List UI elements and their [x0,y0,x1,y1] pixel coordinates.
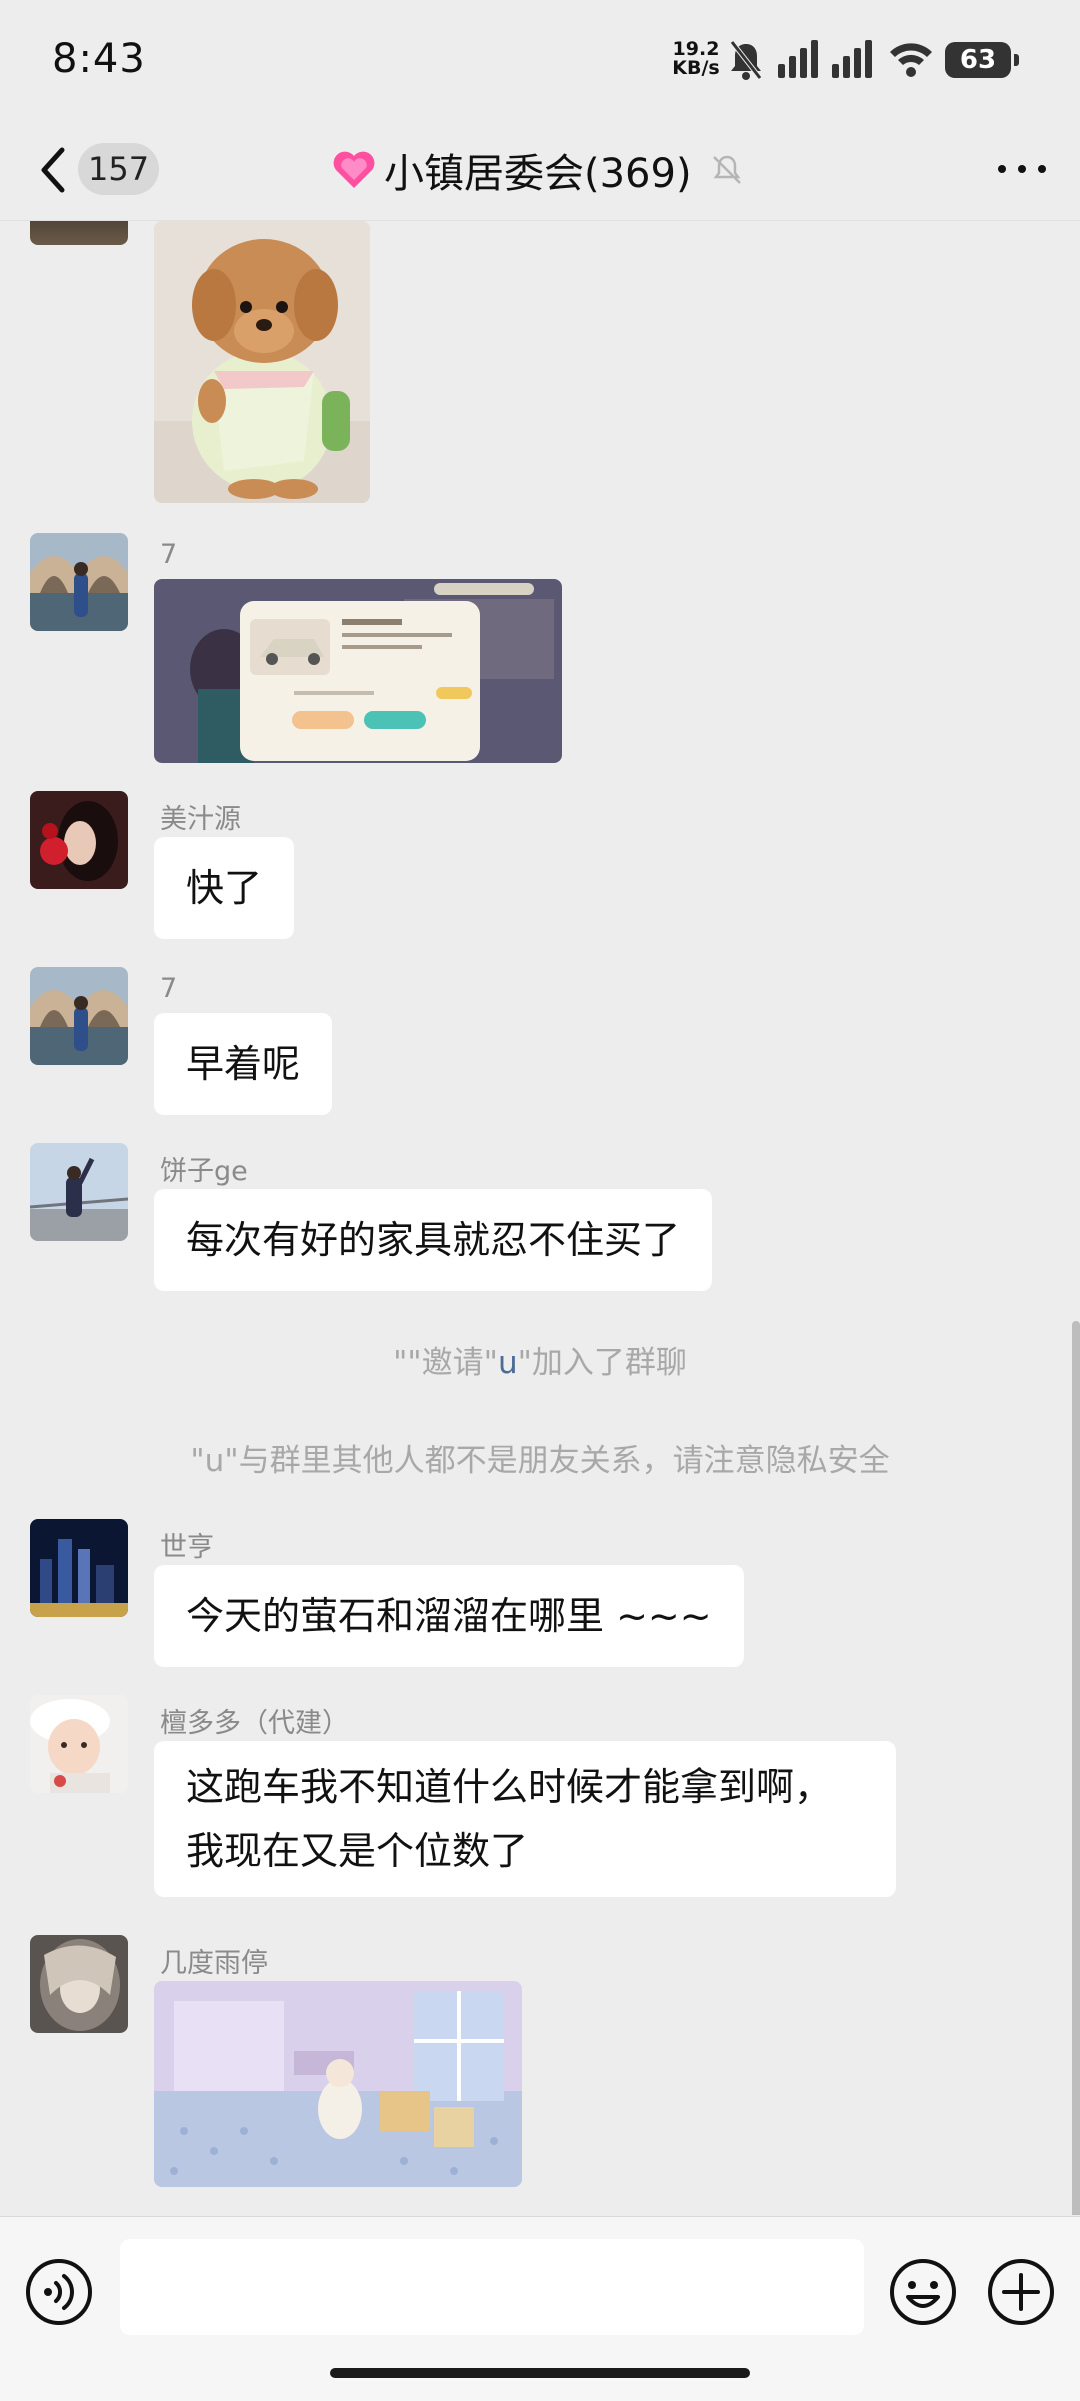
heart-emoji-icon [333,151,375,188]
network-rate: 19.2 KB/s [672,38,720,79]
status-time: 8:43 [52,36,146,82]
system-notice: ""邀请"u"加入了群聊 [393,1345,687,1381]
game-screenshot-car-purchase [154,579,562,763]
bell-off-icon [730,40,762,80]
home-indicator[interactable] [330,2368,750,2378]
avatar[interactable] [30,1695,128,1793]
signal-icon [778,40,818,78]
message-input[interactable] [120,2239,864,2335]
privacy-notice: "u"与群里其他人都不是朋友关系，请注意隐私安全 [190,1443,890,1479]
message-image[interactable] [154,221,370,503]
sender-name: 几度雨停 [160,1948,268,1979]
game-screenshot-room [154,1981,522,2187]
chat-header: 157 小镇居委会(369) [0,120,1080,221]
invitee-link[interactable]: u [498,1345,518,1381]
sender-name: 美汁源 [160,804,241,835]
back-icon[interactable] [34,142,74,198]
message-image[interactable] [154,1981,522,2187]
message-bubble[interactable]: 早着呢 [154,1013,333,1115]
avatar[interactable] [30,791,128,889]
mute-icon [712,155,741,184]
message-bubble[interactable]: 今天的萤石和溜溜在哪里 ~~~ [154,1565,744,1667]
emoji-icon[interactable] [888,2257,958,2327]
message-image[interactable] [154,579,562,763]
signal-icon-2 [832,40,872,78]
status-bar: 8:43 19.2 KB/s 63 [0,0,1080,120]
sender-name: 7 [160,539,178,570]
plush-toy-dog-photo [154,221,370,503]
message-bubble[interactable]: 这跑车我不知道什么时候才能拿到啊， 我现在又是个位数了 [154,1741,896,1897]
more-icon[interactable] [992,156,1052,182]
battery-icon: 63 [945,42,1019,78]
chat-title-area[interactable]: 小镇居委会(369) [330,138,744,202]
sender-name: 檀多多（代建） [160,1708,349,1739]
message-bubble[interactable]: 快了 [154,837,295,939]
sender-name: 世亨 [160,1532,214,1563]
avatar[interactable] [30,1143,128,1241]
avatar[interactable] [30,1935,128,2033]
sender-name: 7 [160,973,178,1004]
sender-name: 饼子ge [160,1156,248,1187]
plus-icon[interactable] [986,2257,1056,2327]
chat-title: 小镇居委会(369) [384,151,692,197]
message-list[interactable]: 7 美汁源 快了 7 早着呢 饼子ge 每次有好的家具就忍不住买了 ""邀请"u… [0,221,1080,2215]
voice-icon[interactable] [24,2257,94,2327]
avatar[interactable] [30,533,128,631]
avatar[interactable] [30,967,128,1065]
message-bubble[interactable]: 每次有好的家具就忍不住买了 [154,1189,713,1291]
avatar[interactable] [30,221,128,245]
wifi-icon [890,43,932,77]
unread-count-badge[interactable]: 157 [78,143,160,195]
avatar[interactable] [30,1519,128,1617]
